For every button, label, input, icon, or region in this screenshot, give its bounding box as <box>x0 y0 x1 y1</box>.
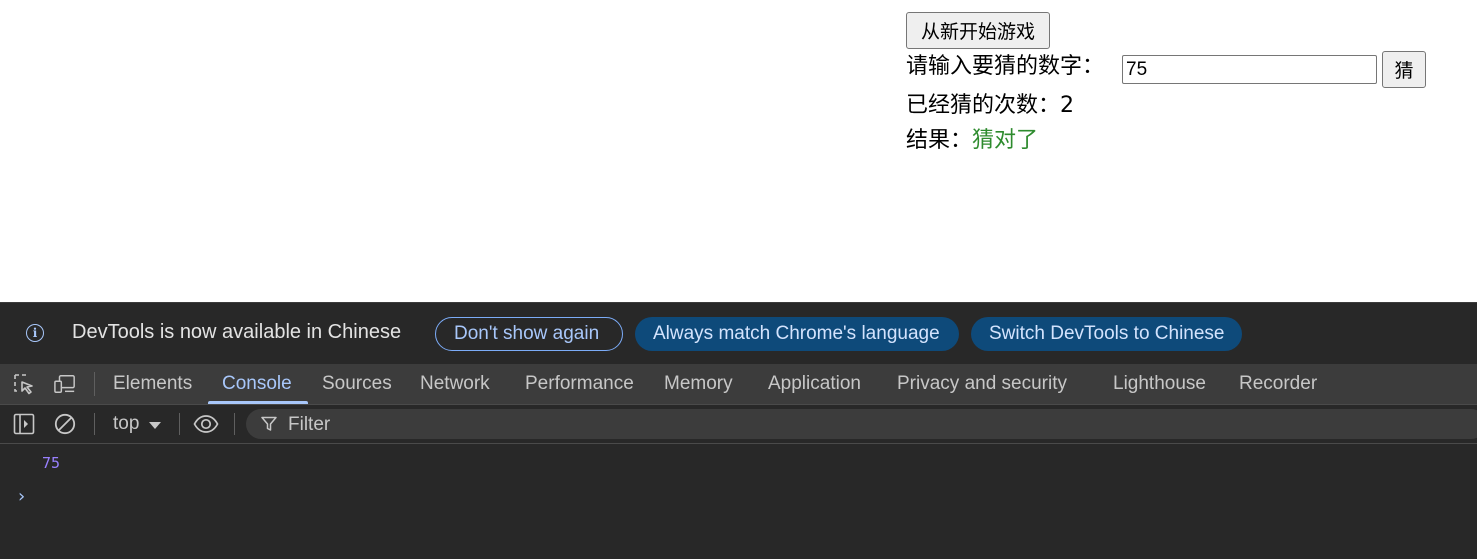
tab-console[interactable]: Console <box>222 373 292 395</box>
guess-prompt-label: 请输入要猜的数字： <box>906 54 1105 79</box>
console-log-entry: 75 <box>42 454 61 472</box>
console-prompt-chevron-icon[interactable]: › <box>16 486 27 507</box>
tab-lighthouse[interactable]: Lighthouse <box>1113 373 1206 395</box>
guess-count-value: 2 <box>1060 93 1075 118</box>
console-filter-input[interactable]: Filter <box>246 409 1477 439</box>
toolbar-divider <box>234 413 235 435</box>
console-output[interactable]: 75 › <box>0 444 1477 559</box>
always-match-language-button[interactable]: Always match Chrome's language <box>635 317 959 351</box>
result-label: 结果： <box>906 128 973 153</box>
filter-icon <box>261 416 277 431</box>
inspect-element-icon[interactable] <box>13 373 35 395</box>
guess-input-row: 请输入要猜的数字： 猜 <box>906 51 1436 88</box>
clear-console-icon[interactable] <box>54 413 76 435</box>
tab-memory[interactable]: Memory <box>664 373 733 395</box>
tab-application[interactable]: Application <box>768 373 861 395</box>
sidebar-toggle-icon[interactable] <box>13 413 35 435</box>
console-toolbar: top Filter <box>0 405 1477 444</box>
toolbar-divider <box>179 413 180 435</box>
guess-button[interactable]: 猜 <box>1382 51 1426 88</box>
tab-recorder[interactable]: Recorder <box>1239 373 1317 395</box>
tab-performance[interactable]: Performance <box>525 373 634 395</box>
switch-to-chinese-button[interactable]: Switch DevTools to Chinese <box>971 317 1242 351</box>
tabbar-divider <box>94 372 95 396</box>
guess-number-input[interactable] <box>1122 55 1377 84</box>
tab-network[interactable]: Network <box>420 373 490 395</box>
toolbar-divider <box>94 413 95 435</box>
devtools-language-infobar: i DevTools is now available in Chinese D… <box>0 302 1477 365</box>
result-value: 猜对了 <box>972 128 1039 153</box>
context-selector[interactable]: top <box>113 413 139 435</box>
result-row: 结果：猜对了 <box>906 125 1038 157</box>
tab-sources[interactable]: Sources <box>322 373 392 395</box>
tab-elements[interactable]: Elements <box>113 373 192 395</box>
active-tab-indicator <box>208 401 308 404</box>
devtools-tabbar: Elements Console Sources Network Perform… <box>0 364 1477 405</box>
device-toolbar-icon[interactable] <box>54 373 76 395</box>
info-icon: i <box>26 324 44 342</box>
restart-game-button[interactable]: 从新开始游戏 <box>906 12 1050 49</box>
page-viewport: 从新开始游戏 请输入要猜的数字： 猜 已经猜的次数：2 结果：猜对了 <box>0 0 1477 302</box>
eye-icon[interactable] <box>193 413 219 435</box>
tab-privacy-and-security[interactable]: Privacy and security <box>897 373 1067 395</box>
chevron-down-icon <box>149 422 161 429</box>
guess-count-row: 已经猜的次数：2 <box>906 90 1074 122</box>
infobar-message: DevTools is now available in Chinese <box>72 321 402 343</box>
devtools-panel: i DevTools is now available in Chinese D… <box>0 302 1477 559</box>
dont-show-again-button[interactable]: Don't show again <box>435 317 623 351</box>
guess-count-label: 已经猜的次数： <box>906 93 1061 118</box>
filter-placeholder: Filter <box>288 414 331 435</box>
